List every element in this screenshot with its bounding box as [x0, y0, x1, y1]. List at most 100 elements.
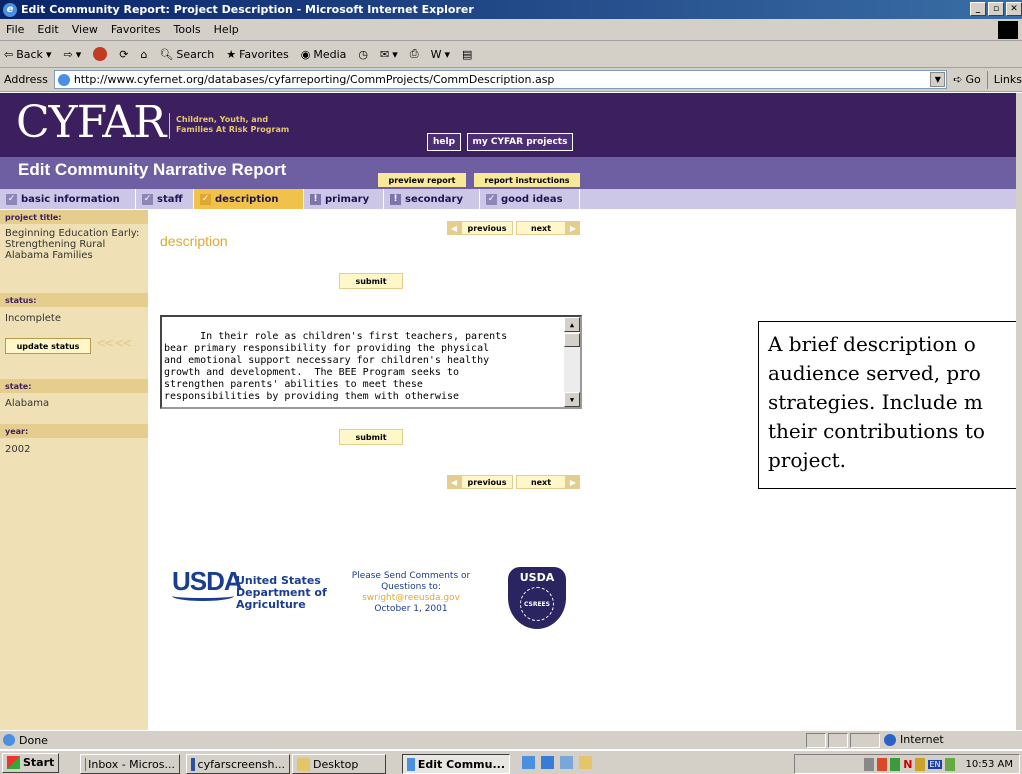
update-status-button[interactable]: update status [5, 338, 91, 354]
search-button[interactable]: 🔍︎ Search [159, 48, 214, 61]
home-button[interactable]: ⌂ [140, 48, 147, 61]
network-icon[interactable] [890, 757, 901, 771]
menu-help[interactable]: Help [214, 23, 239, 36]
back-button[interactable]: ⇦ Back ▾ [4, 48, 51, 61]
next-button-top[interactable]: next ▶ [516, 221, 580, 235]
arrow-left-icon: ◀ [447, 221, 461, 235]
menu-view[interactable]: View [72, 23, 98, 36]
section-tabs: ✓ basic information ✓ staff ✓ description !… [0, 189, 1016, 210]
volume-icon[interactable] [864, 757, 875, 771]
menu-favorites[interactable]: Favorites [111, 23, 161, 36]
my-projects-button[interactable]: my CYFAR projects [467, 133, 573, 151]
scroll-thumb[interactable] [564, 333, 580, 347]
stop-button[interactable] [93, 47, 108, 61]
submit-button-bottom[interactable]: submit [339, 429, 403, 445]
task-desktop[interactable]: Desktop [292, 754, 386, 774]
report-instructions-link[interactable]: report instructions [474, 173, 580, 187]
go-button[interactable]: ➪ Go [953, 73, 980, 86]
previous-button-bottom[interactable]: ◀ previous [447, 475, 513, 489]
ie-icon: e [3, 2, 17, 17]
scroll-up-icon[interactable]: ▲ [564, 317, 580, 332]
description-textarea[interactable]: In their role as children's first teache… [160, 315, 582, 409]
usda-csrees-seal: USDA CSREES [508, 567, 566, 629]
tab-secondary[interactable]: ! secondary [384, 189, 480, 209]
window-titlebar: e Edit Community Report: Project Descrip… [0, 0, 1022, 19]
mail-button[interactable]: ✉ ▾ [380, 48, 398, 61]
cyfar-tagline: Children, Youth, and Families At Risk Pr… [176, 115, 290, 134]
home-icon: ⌂ [140, 47, 148, 61]
ie-launch-icon[interactable] [522, 756, 535, 769]
history-icon: ◷ [358, 47, 369, 61]
year-value: 2002 [5, 444, 31, 455]
description-text: In their role as children's first teache… [164, 331, 508, 402]
language-indicator[interactable]: EN [928, 759, 942, 769]
discuss-button[interactable]: ▤ [462, 48, 472, 61]
state-value: Alabama [5, 398, 50, 409]
help-button[interactable]: help [427, 133, 461, 151]
edit-button[interactable]: W ▾ [431, 48, 450, 61]
logo-divider [169, 113, 170, 139]
print-button[interactable]: ⎙ [410, 47, 419, 61]
media-button[interactable]: ◉ Media [301, 48, 347, 61]
preview-report-link[interactable]: preview report [378, 173, 466, 187]
tab-primary[interactable]: ! primary [304, 189, 384, 209]
status-bar: Done Internet [0, 730, 1022, 749]
tab-basic-information[interactable]: ✓ basic information [0, 189, 136, 209]
address-input[interactable]: http://www.cyfernet.org/databases/cyfarr… [53, 70, 948, 89]
cyfar-logo[interactable]: CYFAR [16, 97, 166, 148]
minimize-button[interactable]: _ [970, 2, 986, 16]
close-button[interactable]: ✕ [1006, 2, 1022, 16]
outlook-launch-icon[interactable] [541, 756, 554, 769]
warning-icon: ! [310, 193, 321, 205]
address-dropdown-icon[interactable]: ▼ [930, 72, 946, 87]
menu-bar: File Edit View Favorites Tools Help [0, 19, 1022, 41]
zone-text: Internet [900, 733, 944, 746]
menu-tools[interactable]: Tools [174, 23, 201, 36]
status-value: Incomplete [5, 313, 61, 324]
year-label: year: [0, 424, 148, 438]
history-button[interactable]: ◷ [358, 48, 368, 61]
previous-button-top[interactable]: ◀ previous [447, 221, 513, 235]
usda-logo[interactable]: USDA [172, 568, 243, 619]
tray-app-icon[interactable] [944, 757, 955, 771]
address-bar: Address http://www.cyfernet.org/database… [0, 68, 1022, 92]
contact-email-link[interactable]: swright@reeusda.gov [336, 593, 486, 604]
page-footer: USDA United States Department of Agricul… [172, 567, 572, 631]
favorites-button[interactable]: ★ Favorites [226, 48, 289, 61]
folder-launch-icon[interactable] [579, 756, 592, 769]
task-edit-community[interactable]: Edit Commu... [402, 754, 510, 774]
norton-icon[interactable]: N [903, 758, 912, 771]
tab-description[interactable]: ✓ description [194, 189, 304, 209]
web-page: CYFAR Children, Youth, and Families At R… [0, 93, 1016, 730]
tray-app-icon[interactable] [877, 757, 888, 771]
links-button[interactable]: Links [994, 73, 1022, 86]
start-button[interactable]: Start [2, 752, 60, 773]
scroll-down-icon[interactable]: ▼ [564, 392, 580, 407]
stop-icon [93, 47, 108, 61]
status-pane [828, 733, 848, 748]
menu-edit[interactable]: Edit [37, 23, 58, 36]
chevron-left-icon: << << [96, 336, 132, 350]
maximize-button[interactable]: ▫ [988, 2, 1004, 16]
status-text: Done [19, 733, 48, 747]
desktop-launch-icon[interactable] [560, 756, 573, 769]
submit-button-top[interactable]: submit [339, 273, 403, 289]
windows-flag-icon [7, 756, 20, 769]
next-button-bottom[interactable]: next ▶ [516, 475, 580, 489]
search-icon: 🔍︎ [159, 47, 174, 61]
forward-button[interactable]: ⇨ ▾ [63, 48, 81, 61]
task-cyfarscreenshot[interactable]: cyfarscreensh... [186, 754, 290, 774]
quick-launch [522, 756, 592, 769]
task-inbox[interactable]: Inbox - Micros... [80, 754, 180, 774]
back-arrow-icon: ⇦ [4, 47, 14, 61]
status-label: status: [0, 293, 148, 307]
tray-app-icon[interactable] [915, 757, 926, 771]
textarea-scrollbar[interactable]: ▲ ▼ [564, 317, 580, 407]
page-scrollbar[interactable] [1016, 93, 1022, 730]
tab-staff[interactable]: ✓ staff [136, 189, 194, 209]
refresh-button[interactable]: ⟳ [119, 48, 128, 61]
menu-file[interactable]: File [6, 23, 24, 36]
tab-good-ideas[interactable]: ✓ good ideas [480, 189, 580, 209]
separator [986, 70, 988, 89]
windows-taskbar: Start Inbox - Micros... cyfarscreensh...… [0, 750, 1022, 774]
